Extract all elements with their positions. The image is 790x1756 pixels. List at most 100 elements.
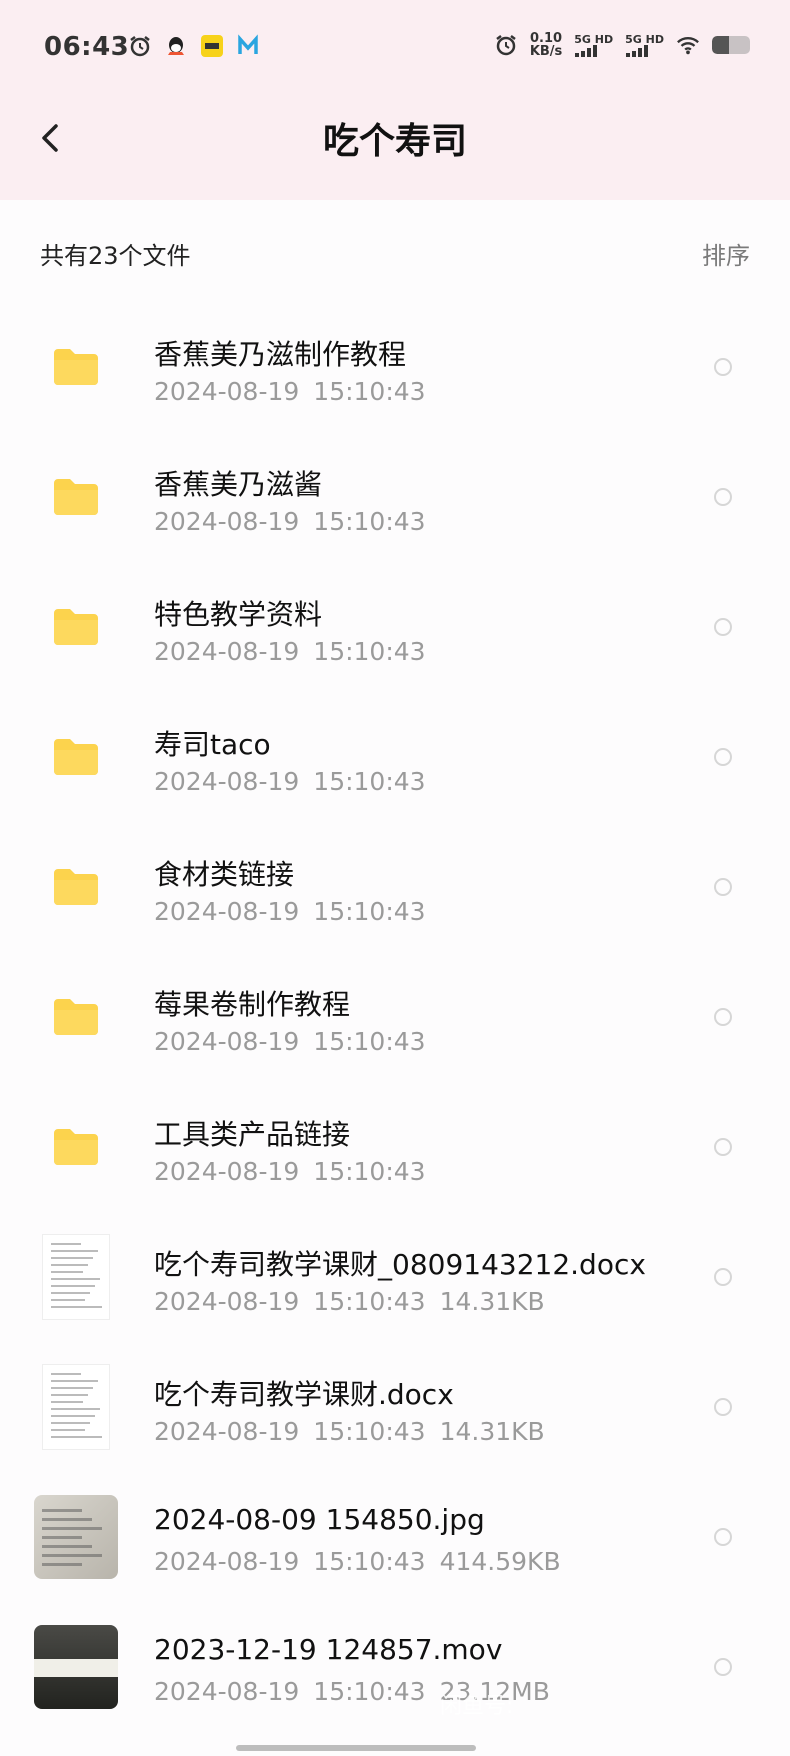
image-thumbnail [34, 1495, 118, 1579]
select-radio[interactable] [714, 748, 732, 766]
file-time: 15:10:43 [313, 897, 426, 926]
file-meta: 2024-08-19 15:10:43 [154, 1157, 440, 1186]
file-meta: 2024-08-19 15:10:43 [154, 637, 440, 666]
file-row[interactable]: 特色教学资料 2024-08-19 15:10:43 [0, 560, 790, 690]
file-meta: 2024-08-19 15:10:43 [154, 767, 440, 796]
file-meta: 2024-08-19 15:10:43 [154, 377, 440, 406]
watermark: 闲鱼号: [440, 1694, 514, 1719]
file-name: 2023-12-19 124857.mov [154, 1633, 503, 1666]
file-list: 香蕉美乃滋制作教程 2024-08-19 15:10:43 香蕉美乃滋酱 2024-08… [0, 300, 790, 1730]
folder-icon [34, 715, 118, 799]
status-time: 06:43 [44, 32, 130, 62]
network-speed: 0.10 KB/s [530, 32, 562, 58]
file-name: 2024-08-09 154850.jpg [154, 1503, 485, 1536]
sim2-label: 5G HD [625, 32, 664, 46]
sort-button[interactable]: 排序 [702, 236, 750, 271]
file-meta: 2024-08-19 15:10:43 [154, 507, 440, 536]
file-row[interactable]: 寿司taco 2024-08-19 15:10:43 [0, 690, 790, 820]
file-row[interactable]: 香蕉美乃滋制作教程 2024-08-19 15:10:43 [0, 300, 790, 430]
qq-icon [164, 34, 188, 58]
net-speed-unit: KB/s [529, 44, 563, 59]
file-row[interactable]: 吃个寿司教学课财.docx 2024-08-19 15:10:43 14.31KB [0, 1340, 790, 1470]
folder-icon [34, 325, 118, 409]
select-radio[interactable] [714, 1138, 732, 1156]
notification-icons [128, 34, 260, 58]
file-row[interactable]: 食材类链接 2024-08-19 15:10:43 [0, 820, 790, 950]
document-thumbnail [34, 1234, 118, 1320]
select-radio[interactable] [714, 618, 732, 636]
battery-level [712, 36, 730, 54]
file-row[interactable]: 2023-12-19 124857.mov 2024-08-19 15:10:43 2… [0, 1600, 790, 1730]
file-time: 15:10:43 [313, 1417, 426, 1446]
file-time: 15:10:43 [313, 767, 426, 796]
folder-icon [34, 455, 118, 539]
file-time: 15:10:43 [313, 1027, 426, 1056]
document-thumbnail [34, 1364, 118, 1450]
file-name: 吃个寿司教学课财.docx [154, 1378, 454, 1411]
folder-icon [34, 1105, 118, 1189]
file-date: 2024-08-19 [154, 1417, 300, 1446]
sim1-label: 5G HD [574, 32, 614, 46]
select-radio[interactable] [714, 878, 732, 896]
file-count: 共有23个文件 [40, 242, 191, 270]
wifi-icon [676, 33, 700, 57]
file-row[interactable]: 香蕉美乃滋酱 2024-08-19 15:10:43 [0, 430, 790, 560]
file-time: 15:10:43 [313, 377, 426, 406]
select-radio[interactable] [714, 1398, 732, 1416]
file-date: 2024-08-19 [154, 1547, 300, 1576]
folder-icon [34, 975, 118, 1059]
select-radio[interactable] [714, 358, 732, 376]
status-right: 0.10 KB/s 5G HD 5G HD [494, 32, 750, 58]
signal-bars-icon [626, 44, 649, 57]
file-name: 食材类链接 [154, 858, 295, 891]
file-name: 工具类产品链接 [154, 1118, 351, 1151]
select-radio[interactable] [714, 1528, 732, 1546]
file-time: 15:10:43 [313, 1157, 426, 1186]
file-date: 2024-08-19 [154, 637, 300, 666]
file-meta: 2024-08-19 15:10:43 14.31KB [154, 1287, 559, 1316]
folder-icon [34, 845, 118, 929]
select-radio[interactable] [714, 1268, 732, 1286]
battery-icon [712, 36, 750, 54]
file-date: 2024-08-19 [154, 1157, 300, 1186]
file-date: 2024-08-19 [154, 897, 300, 926]
file-time: 15:10:43 [313, 637, 426, 666]
file-meta: 2024-08-19 15:10:43 [154, 897, 440, 926]
file-time: 15:10:43 [313, 1547, 426, 1576]
file-meta: 2024-08-19 15:10:43 414.59KB [154, 1547, 575, 1576]
file-name: 寿司taco [154, 728, 271, 761]
select-radio[interactable] [714, 1658, 732, 1676]
m-app-icon [236, 34, 260, 58]
file-time: 15:10:43 [313, 1287, 426, 1316]
select-radio[interactable] [714, 488, 732, 506]
file-row[interactable]: 吃个寿司教学课财_0809143212.docx 2024-08-19 15:10:… [0, 1210, 790, 1340]
file-date: 2024-08-19 [154, 507, 300, 536]
file-date: 2024-08-19 [154, 1027, 300, 1056]
video-thumbnail [34, 1625, 118, 1709]
app-badge-icon [200, 34, 224, 58]
top-bar: 06:43 0.10 KB/s 5G HD 5G HD 吃个寿司 [0, 0, 790, 200]
file-meta: 2024-08-19 15:10:43 14.31KB [154, 1417, 559, 1446]
file-name: 香蕉美乃滋制作教程 [154, 338, 407, 371]
file-size: 14.31KB [439, 1417, 545, 1446]
status-bar: 06:43 0.10 KB/s 5G HD 5G HD [0, 0, 790, 100]
file-date: 2024-08-19 [154, 767, 300, 796]
file-name: 特色教学资料 [154, 598, 323, 631]
alarm-icon [494, 33, 518, 57]
signal-sim1: 5G HD [574, 34, 613, 57]
file-time: 15:10:43 [313, 507, 426, 536]
file-name: 香蕉美乃滋酱 [154, 468, 323, 501]
file-row[interactable]: 工具类产品链接 2024-08-19 15:10:43 [0, 1080, 790, 1210]
alarm-icon [128, 34, 152, 58]
file-size: 414.59KB [439, 1547, 561, 1576]
file-row[interactable]: 莓果卷制作教程 2024-08-19 15:10:43 [0, 950, 790, 1080]
file-time: 15:10:43 [313, 1677, 426, 1706]
file-row[interactable]: 2024-08-09 154850.jpg 2024-08-19 15:10:43 4… [0, 1470, 790, 1600]
file-name: 莓果卷制作教程 [154, 988, 351, 1021]
select-radio[interactable] [714, 1008, 732, 1026]
home-indicator[interactable] [236, 1745, 476, 1751]
signal-bars-icon [575, 44, 598, 57]
file-date: 2024-08-19 [154, 377, 300, 406]
folder-icon [34, 585, 118, 669]
file-date: 2024-08-19 [154, 1677, 300, 1706]
